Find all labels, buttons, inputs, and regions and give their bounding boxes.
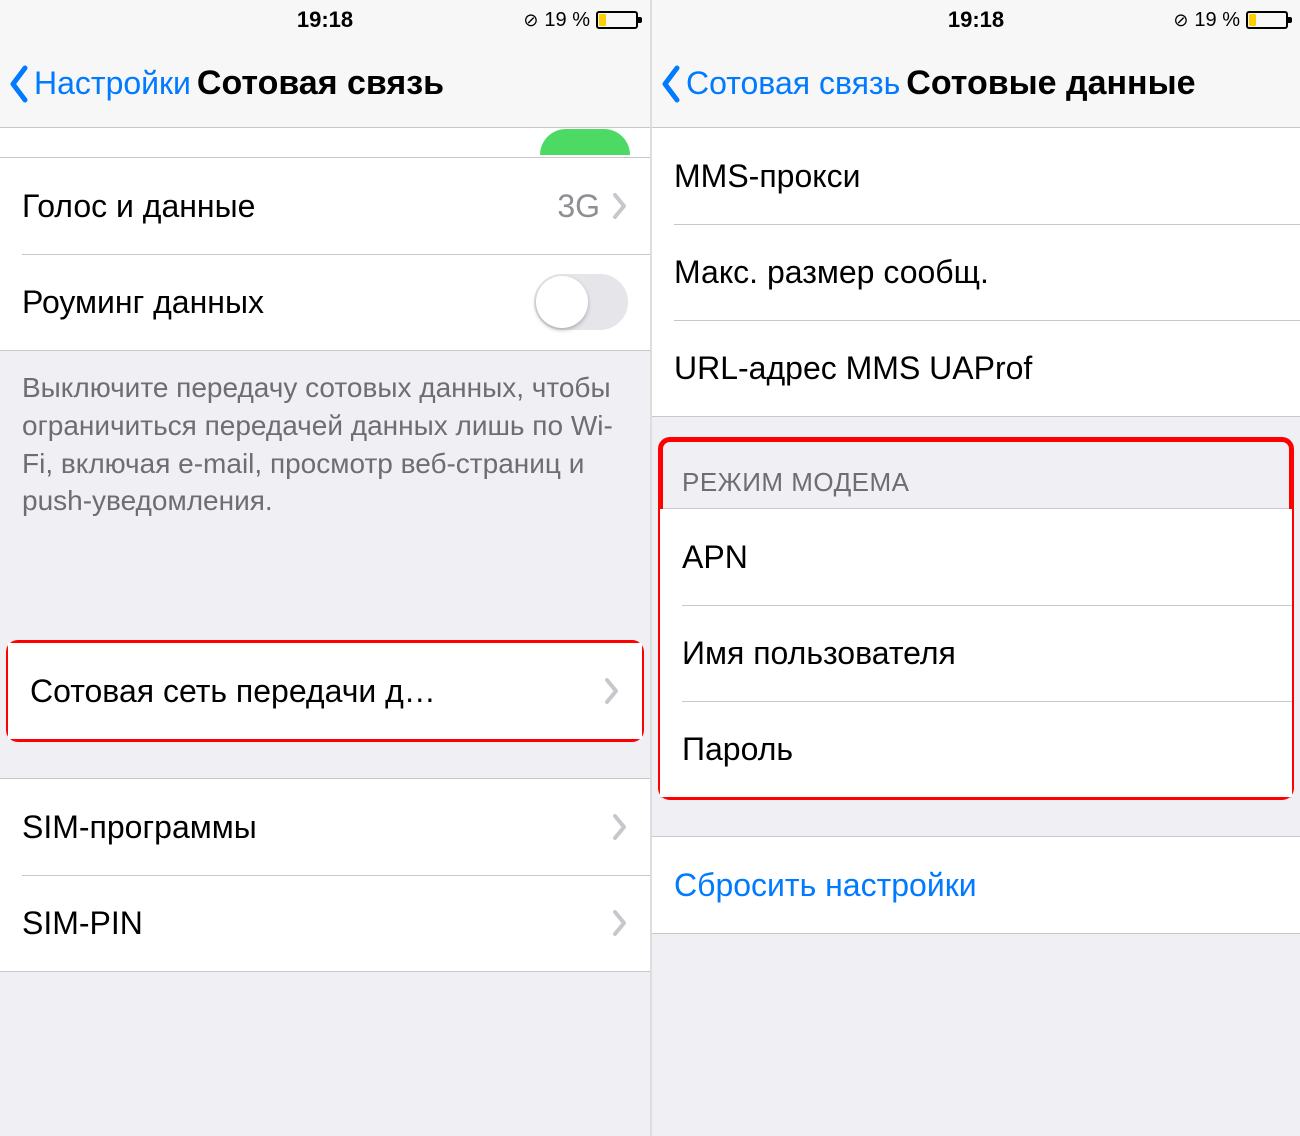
rotation-lock-icon: ⊘ <box>523 10 538 31</box>
highlight-modem-section: РЕЖИМ МОДЕМА APN Имя пользователя Пароль <box>660 439 1292 798</box>
row-label: SIM-программы <box>22 809 612 846</box>
group-mms: MMS-прокси Макс. размер сообщ. URL-адрес… <box>652 128 1300 417</box>
row-label: Макс. размер сообщ. <box>674 254 1278 291</box>
row-label: Имя пользователя <box>682 635 1270 672</box>
row-password[interactable]: Пароль <box>660 701 1292 797</box>
screen-cellular-data: 19:18 ⊘ 19 % Сотовая связь Сотовые данны… <box>650 0 1300 1136</box>
battery-percent: 19 % <box>544 9 590 32</box>
row-username[interactable]: Имя пользователя <box>660 605 1292 701</box>
status-bar: 19:18 ⊘ 19 % <box>0 0 650 40</box>
row-label: Сбросить настройки <box>674 867 1278 904</box>
row-sim-applications[interactable]: SIM-программы <box>0 779 650 875</box>
row-label: Пароль <box>682 731 1270 768</box>
row-apn[interactable]: APN <box>660 509 1292 605</box>
section-header-modem: РЕЖИМ МОДЕМА <box>660 439 1292 508</box>
row-label: APN <box>682 539 1270 576</box>
back-button[interactable]: Настройки <box>0 65 191 103</box>
status-time: 19:18 <box>297 7 353 33</box>
row-label: URL-адрес MMS UAProf <box>674 350 1278 387</box>
chevron-left-icon <box>8 65 30 103</box>
status-time: 19:18 <box>948 7 1004 33</box>
group-modem: APN Имя пользователя Пароль <box>660 508 1292 798</box>
back-label: Настройки <box>34 65 191 102</box>
row-cellular-data-network[interactable]: Сотовая сеть передачи д… <box>8 643 642 739</box>
nav-bar: Сотовая связь Сотовые данные <box>652 40 1300 128</box>
battery-icon <box>596 11 638 29</box>
nav-bar: Настройки Сотовая связь <box>0 40 650 128</box>
back-label: Сотовая связь <box>686 65 900 102</box>
chevron-left-icon <box>660 65 682 103</box>
battery-icon <box>1246 11 1288 29</box>
status-right: ⊘ 19 % <box>1173 9 1288 32</box>
screen-cellular: 19:18 ⊘ 19 % Настройки Сотовая связь Гол… <box>0 0 650 1136</box>
back-button[interactable]: Сотовая связь <box>652 65 900 103</box>
group-sim: SIM-программы SIM-PIN <box>0 778 650 972</box>
row-data-roaming[interactable]: Роуминг данных <box>0 254 650 350</box>
switch-off-icon[interactable] <box>534 274 628 330</box>
row-label: Сотовая сеть передачи д… <box>30 673 604 710</box>
battery-percent: 19 % <box>1194 9 1240 32</box>
group-reset: Сбросить настройки <box>652 836 1300 934</box>
chevron-right-icon <box>604 677 620 705</box>
row-label: Роуминг данных <box>22 284 534 321</box>
chevron-right-icon <box>612 909 628 937</box>
row-sim-pin[interactable]: SIM-PIN <box>0 875 650 971</box>
chevron-right-icon <box>612 813 628 841</box>
chevron-right-icon <box>612 192 628 220</box>
row-label: SIM-PIN <box>22 905 612 942</box>
page-title: Сотовые данные <box>906 64 1195 103</box>
footer-description: Выключите передачу сотовых данных, чтобы… <box>0 351 650 542</box>
row-label: Голос и данные <box>22 188 557 225</box>
group-voice-roaming: Голос и данные 3G Роуминг данных <box>0 158 650 351</box>
page-title: Сотовая связь <box>197 64 444 103</box>
row-value: 3G <box>557 188 600 225</box>
status-bar: 19:18 ⊘ 19 % <box>652 0 1300 40</box>
switch-on-icon[interactable] <box>540 129 630 155</box>
rotation-lock-icon: ⊘ <box>1173 10 1188 31</box>
row-mms-proxy[interactable]: MMS-прокси <box>652 128 1300 224</box>
group-cellular-network: Сотовая сеть передачи д… <box>8 642 642 740</box>
status-right: ⊘ 19 % <box>523 9 638 32</box>
row-voice-data[interactable]: Голос и данные 3G <box>0 158 650 254</box>
row-label: MMS-прокси <box>674 158 1278 195</box>
reset-settings-button[interactable]: Сбросить настройки <box>652 837 1300 933</box>
toggle-row-partial <box>0 128 650 158</box>
row-max-message-size[interactable]: Макс. размер сообщ. <box>652 224 1300 320</box>
row-mms-uaprof-url[interactable]: URL-адрес MMS UAProf <box>652 320 1300 416</box>
